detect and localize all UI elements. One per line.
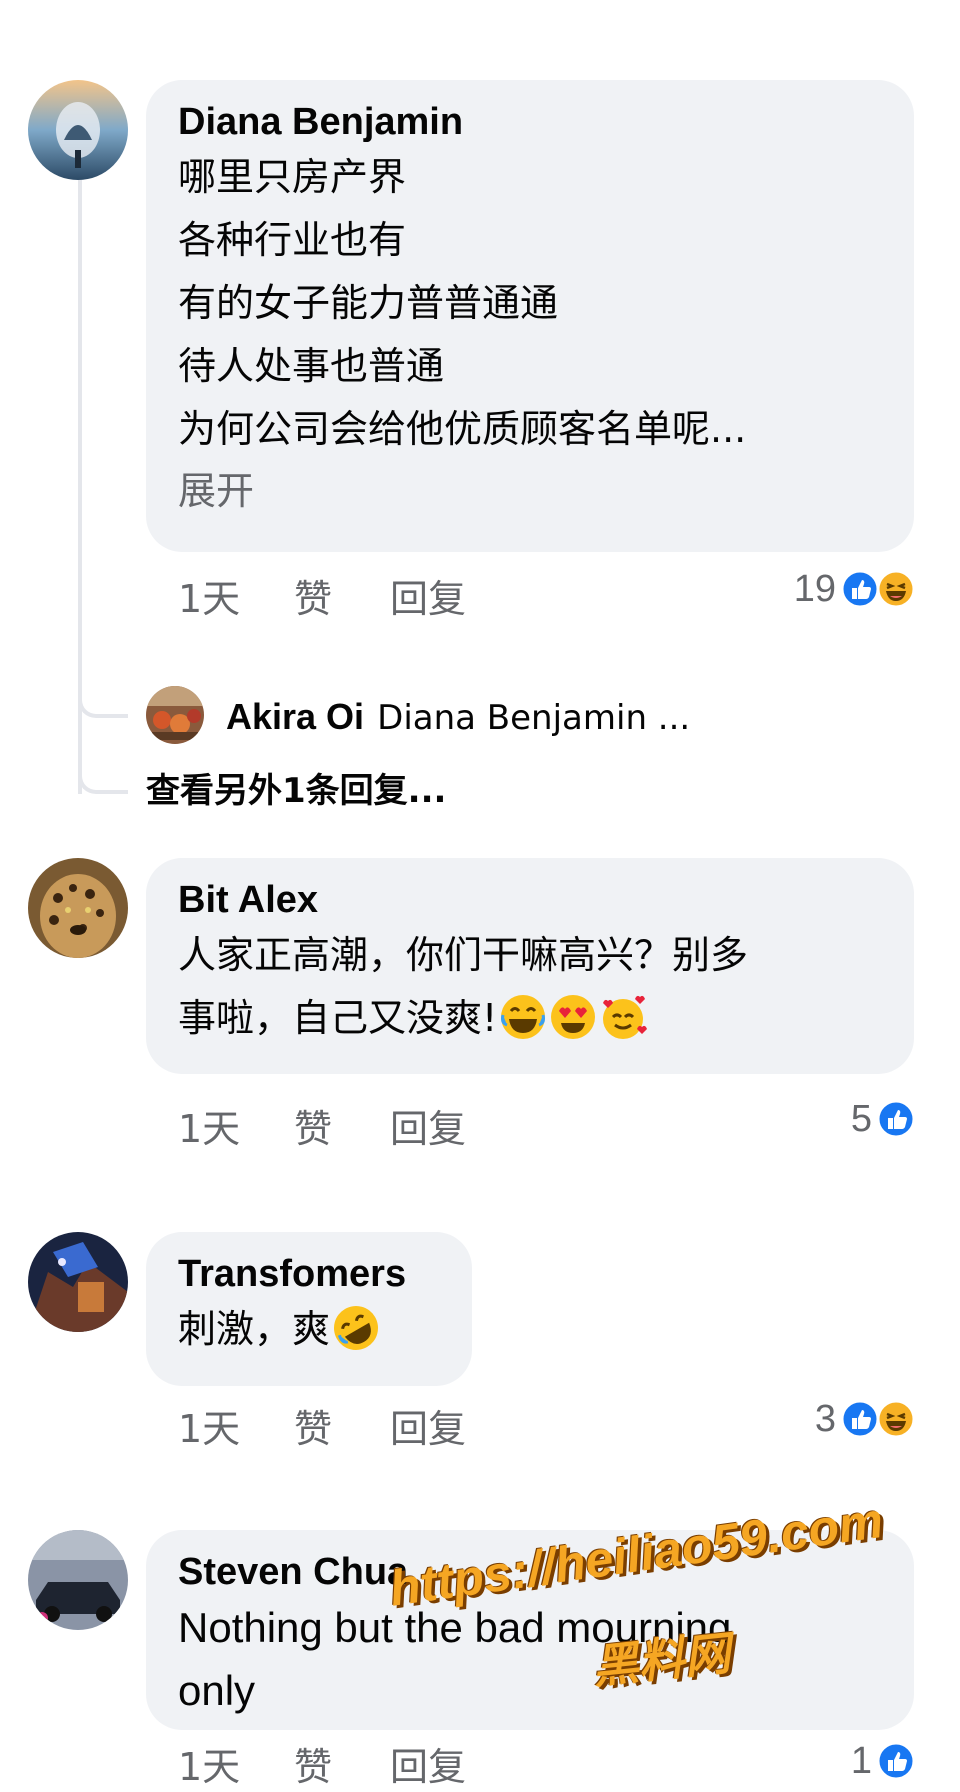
comment-text-line: 哪里只房产界: [178, 155, 407, 199]
thread-connector-branch: [78, 700, 128, 718]
like-button[interactable]: 赞: [294, 574, 332, 624]
comment-time: 1天: [178, 1407, 241, 1451]
comment-actions: 1天 赞 回复: [178, 1104, 578, 1154]
comment-time: 1天: [178, 577, 241, 621]
reaction-summary[interactable]: 5: [716, 1096, 916, 1142]
cut-off-previous-line: …… ……: [170, 0, 500, 6]
reply-author[interactable]: Akira Oi: [226, 696, 364, 737]
thread-connector-branch: [78, 770, 128, 794]
comment-actions: 1天 赞 回复: [178, 1404, 578, 1454]
reaction-count: 19: [793, 568, 836, 610]
haha-icon: [876, 569, 916, 609]
comment-text-line: 刺激，爽: [178, 1298, 440, 1361]
comment-author[interactable]: Diana Benjamin: [178, 98, 882, 146]
comment-actions: 1天 赞 回复: [178, 574, 578, 624]
like-icon: [840, 1399, 880, 1439]
reaction-count: 3: [814, 1398, 836, 1440]
reply-button[interactable]: 回复: [390, 1404, 466, 1454]
reaction-count: 5: [850, 1098, 872, 1140]
avatar[interactable]: [146, 686, 204, 744]
like-icon: [876, 1741, 916, 1781]
comment-text-line: 人家正高潮，你们干嘛高兴？别多: [178, 933, 749, 977]
comment-text-line: 各种行业也有: [178, 218, 407, 262]
comment-actions: 1天 赞 回复: [178, 1742, 578, 1792]
reaction-count: 1: [850, 1740, 872, 1782]
avatar[interactable]: [28, 1530, 128, 1630]
comment-text-line-content: 刺激，爽: [178, 1307, 331, 1351]
reaction-summary[interactable]: 19: [716, 566, 916, 612]
comment-text-line: 事啦，自己又没爽!: [178, 987, 882, 1050]
avatar[interactable]: [28, 80, 128, 180]
comment-time: 1天: [178, 1107, 241, 1151]
reaction-summary[interactable]: 3: [716, 1396, 916, 1442]
like-button[interactable]: 赞: [294, 1742, 332, 1792]
avatar[interactable]: [28, 858, 128, 958]
comment-text-line: only: [178, 1667, 256, 1714]
like-button[interactable]: 赞: [294, 1404, 332, 1454]
like-icon: [876, 1099, 916, 1139]
reply-button[interactable]: 回复: [390, 1104, 466, 1154]
avatar[interactable]: [28, 1232, 128, 1332]
comment-bubble: Transfomers 刺激，爽: [146, 1232, 472, 1386]
rolling-laughing-emoji: [332, 1304, 380, 1352]
comment-author[interactable]: Transfomers: [178, 1250, 440, 1298]
comment-text-line: 有的女子能力普普通通: [178, 281, 559, 325]
comment-text-line-content: 事啦，自己又没爽!: [178, 996, 498, 1040]
laughing-tears-emoji: [499, 993, 547, 1041]
see-more-replies-link[interactable]: 查看另外1条回复...: [146, 766, 446, 816]
reaction-summary[interactable]: 1: [716, 1738, 916, 1784]
reply-text: Diana Benjamin ...: [377, 698, 691, 738]
like-button[interactable]: 赞: [294, 1104, 332, 1154]
reply-preview[interactable]: Akira Oi Diana Benjamin ...: [226, 692, 690, 742]
comment-text-line: Nothing but the bad mourning: [178, 1604, 732, 1651]
heart-eyes-emoji: [549, 993, 597, 1041]
reply-button[interactable]: 回复: [390, 1742, 466, 1792]
comment-author[interactable]: Bit Alex: [178, 876, 882, 924]
comment-time: 1天: [178, 1745, 241, 1789]
comment-text-line: 为何公司会给他优质顾客名单呢...: [178, 407, 747, 451]
smiling-hearts-emoji: [599, 993, 648, 1041]
reply-button[interactable]: 回复: [390, 574, 466, 624]
comment-bubble: Bit Alex 人家正高潮，你们干嘛高兴？别多 事啦，自己又没爽!: [146, 858, 914, 1074]
comment-bubble: Diana Benjamin 哪里只房产界 各种行业也有 有的女子能力普普通通 …: [146, 80, 914, 552]
expand-link[interactable]: 展开: [178, 461, 882, 521]
like-icon: [840, 569, 880, 609]
haha-icon: [876, 1399, 916, 1439]
comment-text-line: 待人处事也普通: [178, 344, 445, 388]
